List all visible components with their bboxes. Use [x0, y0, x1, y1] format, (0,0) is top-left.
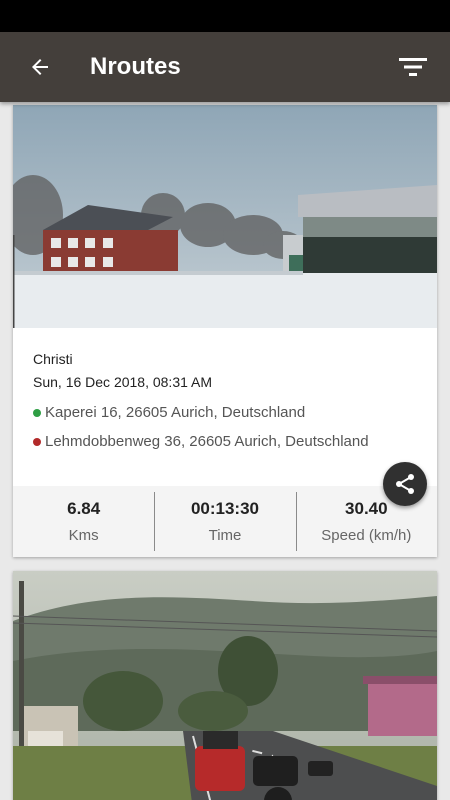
- arrow-left-icon: [32, 59, 48, 75]
- status-bar: [0, 0, 450, 32]
- time-label: Time: [208, 527, 242, 544]
- share-button[interactable]: [383, 462, 427, 506]
- start-location: Kaperei 16, 26605 Aurich, Deutschland: [33, 404, 417, 421]
- route-card[interactable]: [13, 571, 437, 800]
- filter-button[interactable]: [398, 52, 428, 82]
- time-stat: 00:13:30 Time: [154, 486, 295, 557]
- end-location: Lehmdobbenweg 36, 26605 Aurich, Deutschl…: [33, 433, 417, 450]
- start-location-text: Kaperei 16, 26605 Aurich, Deutschland: [45, 404, 306, 421]
- route-stats: 6.84 Kms 00:13:30 Time 30.40 Speed (km/h…: [13, 486, 437, 557]
- app-bar: Nroutes: [0, 32, 450, 102]
- end-location-text: Lehmdobbenweg 36, 26605 Aurich, Deutschl…: [45, 433, 369, 450]
- distance-stat: 6.84 Kms: [13, 486, 154, 557]
- route-photo: [13, 571, 437, 800]
- page-title: Nroutes: [90, 53, 181, 80]
- speed-label: Speed (km/h): [321, 527, 412, 544]
- route-card[interactable]: Christi Sun, 16 Dec 2018, 08:31 AM Kaper…: [13, 105, 437, 557]
- route-details: Christi Sun, 16 Dec 2018, 08:31 AM Kaper…: [13, 328, 437, 486]
- speed-value: 30.40: [345, 499, 388, 518]
- time-value: 00:13:30: [190, 499, 260, 518]
- route-date: Sun, 16 Dec 2018, 08:31 AM: [33, 374, 213, 390]
- route-name: Christi: [33, 351, 73, 367]
- end-dot-icon: [33, 437, 41, 446]
- share-icon: [396, 474, 414, 494]
- distance-value: 6.84: [67, 499, 101, 518]
- distance-label: Kms: [68, 527, 99, 544]
- filter-icon: [399, 58, 427, 76]
- back-button[interactable]: [0, 32, 80, 102]
- start-dot-icon: [33, 408, 41, 417]
- route-photo: [13, 105, 437, 328]
